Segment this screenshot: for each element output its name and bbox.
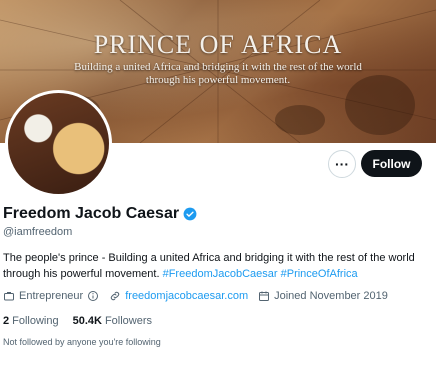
banner-subtitle: Building a united Africa and bridging it… [60, 61, 376, 87]
briefcase-icon [4, 292, 14, 301]
following-link[interactable]: 2 Following [3, 315, 59, 327]
name-row: Freedom Jacob Caesar [3, 205, 197, 223]
banner-title: PRINCE OF AFRICA [93, 30, 343, 59]
joined-label: Joined November 2019 [274, 290, 388, 302]
followers-label: Followers [104, 315, 153, 327]
following-label: Following [12, 315, 59, 327]
banner-subtitle-line2: through his powerful movement. [145, 74, 291, 86]
link-icon [111, 291, 120, 301]
category-item: Entrepreneur [3, 290, 99, 302]
more-button[interactable]: ··· [328, 150, 356, 178]
following-count: 2 [3, 315, 10, 327]
hashtag-link[interactable]: #PrinceOfAfrica [281, 268, 358, 280]
joined-item: Joined November 2019 [258, 290, 388, 302]
follow-button[interactable]: Follow [361, 150, 422, 177]
banner-subtitle-line1: Building a united Africa and bridging it… [74, 61, 362, 73]
hashtag-link[interactable]: #FreedomJacobCaesar [163, 268, 278, 280]
handle: @iamfreedom [3, 226, 73, 238]
category-label: Entrepreneur [19, 290, 84, 302]
follow-stats: 2 Following 50.4K Followers [3, 315, 152, 327]
profile-meta: Entrepreneur freedomjacobcaesar.com Join… [3, 290, 398, 302]
verified-icon[interactable] [183, 207, 197, 221]
more-icon: ··· [335, 156, 349, 172]
followers-count: 50.4K [72, 315, 102, 327]
followed-by-note: Not followed by anyone you're following [3, 337, 161, 347]
bio: The people's prince - Building a united … [3, 250, 423, 282]
website-item: freedomjacobcaesar.com [109, 290, 248, 302]
info-icon[interactable] [87, 290, 99, 302]
avatar[interactable] [5, 90, 112, 197]
display-name: Freedom Jacob Caesar [3, 205, 180, 222]
website-link[interactable]: freedomjacobcaesar.com [125, 290, 248, 302]
calendar-icon [259, 291, 270, 301]
followers-link[interactable]: 50.4K Followers [73, 315, 152, 327]
